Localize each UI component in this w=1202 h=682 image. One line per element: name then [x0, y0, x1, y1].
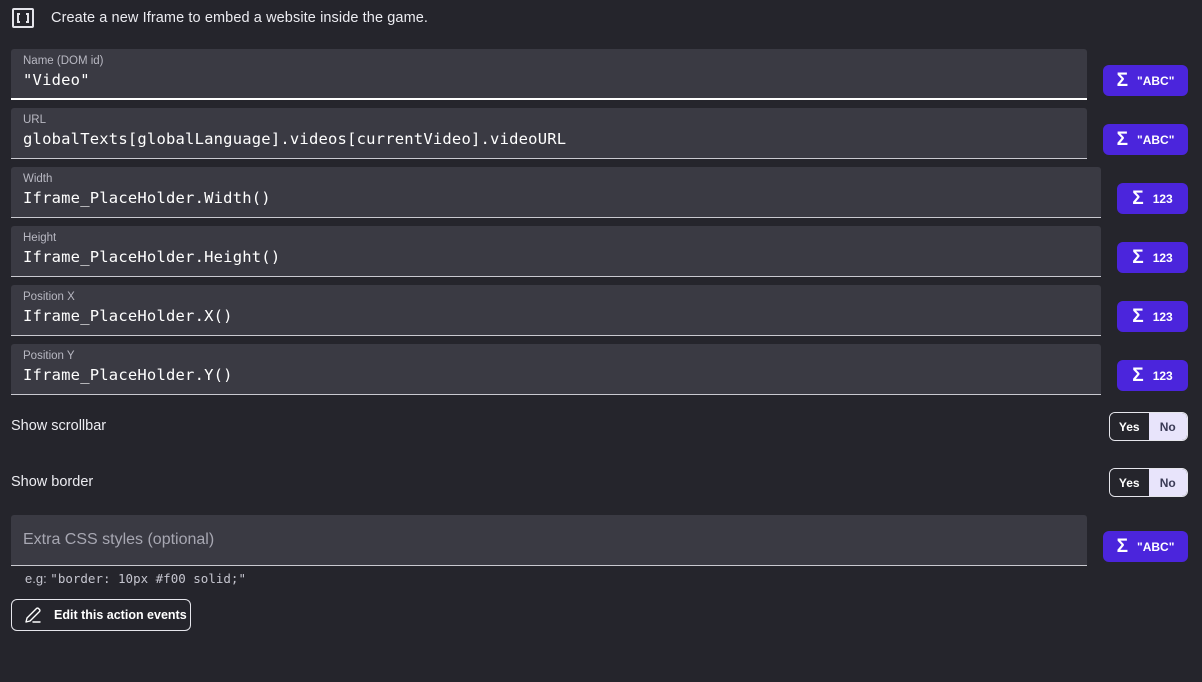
hint-example: "border: 10px #f00 solid;": [50, 571, 246, 586]
expression-type-label: 123: [1152, 309, 1173, 324]
expression-type-label: 123: [1152, 191, 1173, 206]
height-field-value[interactable]: Iframe_PlaceHolder.Height(): [23, 248, 1089, 266]
height-field[interactable]: Height Iframe_PlaceHolder.Height(): [11, 226, 1101, 277]
show-border-yes-option[interactable]: Yes: [1110, 469, 1149, 496]
expression-type-label: 123: [1152, 250, 1173, 265]
action-header: Create a new Iframe to embed a website i…: [12, 6, 428, 30]
width-field-label: Width: [23, 173, 53, 185]
show-border-no-option[interactable]: No: [1148, 469, 1187, 496]
expression-type-label: 123: [1152, 368, 1173, 383]
edit-action-events-button[interactable]: Edit this action events: [11, 599, 191, 631]
sigma-icon: Σ: [1116, 129, 1128, 150]
position-y-field-label: Position Y: [23, 350, 75, 362]
show-scrollbar-label: Show scrollbar: [11, 418, 107, 434]
pencil-icon: [25, 607, 41, 623]
expression-type-label: "ABC": [1137, 539, 1175, 554]
extra-css-field[interactable]: Extra CSS styles (optional): [11, 515, 1087, 566]
width-expression-button[interactable]: Σ 123: [1117, 183, 1188, 214]
extra-css-hint: e.g: "border: 10px #f00 solid;": [25, 571, 246, 586]
extra-css-placeholder[interactable]: Extra CSS styles (optional): [23, 531, 1075, 549]
show-scrollbar-yes-option[interactable]: Yes: [1110, 413, 1149, 440]
show-scrollbar-no-option[interactable]: No: [1148, 413, 1187, 440]
height-expression-button[interactable]: Σ 123: [1117, 242, 1188, 273]
position-y-field[interactable]: Position Y Iframe_PlaceHolder.Y(): [11, 344, 1101, 395]
iframe-brackets-icon: [12, 8, 34, 28]
sigma-icon: Σ: [1132, 306, 1144, 327]
position-y-field-value[interactable]: Iframe_PlaceHolder.Y(): [23, 366, 1089, 384]
position-x-field-value[interactable]: Iframe_PlaceHolder.X(): [23, 307, 1089, 325]
hint-prefix: e.g:: [25, 571, 51, 586]
action-description: Create a new Iframe to embed a website i…: [51, 10, 429, 26]
sigma-icon: Σ: [1132, 365, 1144, 386]
url-field-label: URL: [23, 114, 47, 126]
edit-action-events-label: Edit this action events: [54, 608, 187, 622]
width-field[interactable]: Width Iframe_PlaceHolder.Width(): [11, 167, 1101, 218]
position-y-expression-button[interactable]: Σ 123: [1117, 360, 1188, 391]
url-field[interactable]: URL globalTexts[globalLanguage].videos[c…: [11, 108, 1087, 159]
position-x-expression-button[interactable]: Σ 123: [1117, 301, 1188, 332]
expression-type-label: "ABC": [1137, 132, 1175, 147]
name-field[interactable]: Name (DOM id) "Video": [11, 49, 1087, 100]
url-expression-button[interactable]: Σ "ABC": [1103, 124, 1188, 155]
name-field-value[interactable]: "Video": [23, 71, 1075, 89]
position-x-field-label: Position X: [23, 291, 75, 303]
height-field-label: Height: [23, 232, 57, 244]
sigma-icon: Σ: [1116, 70, 1128, 91]
url-field-value[interactable]: globalTexts[globalLanguage].videos[curre…: [23, 130, 1075, 148]
name-expression-button[interactable]: Σ "ABC": [1103, 65, 1188, 96]
extra-css-expression-button[interactable]: Σ "ABC": [1103, 531, 1188, 562]
show-border-label: Show border: [11, 474, 94, 490]
show-border-toggle[interactable]: Yes No: [1109, 468, 1188, 497]
sigma-icon: Σ: [1132, 188, 1144, 209]
show-scrollbar-toggle[interactable]: Yes No: [1109, 412, 1188, 441]
position-x-field[interactable]: Position X Iframe_PlaceHolder.X(): [11, 285, 1101, 336]
expression-type-label: "ABC": [1137, 73, 1175, 88]
name-field-label: Name (DOM id): [23, 55, 104, 67]
sigma-icon: Σ: [1116, 536, 1128, 557]
width-field-value[interactable]: Iframe_PlaceHolder.Width(): [23, 189, 1089, 207]
sigma-icon: Σ: [1132, 247, 1144, 268]
